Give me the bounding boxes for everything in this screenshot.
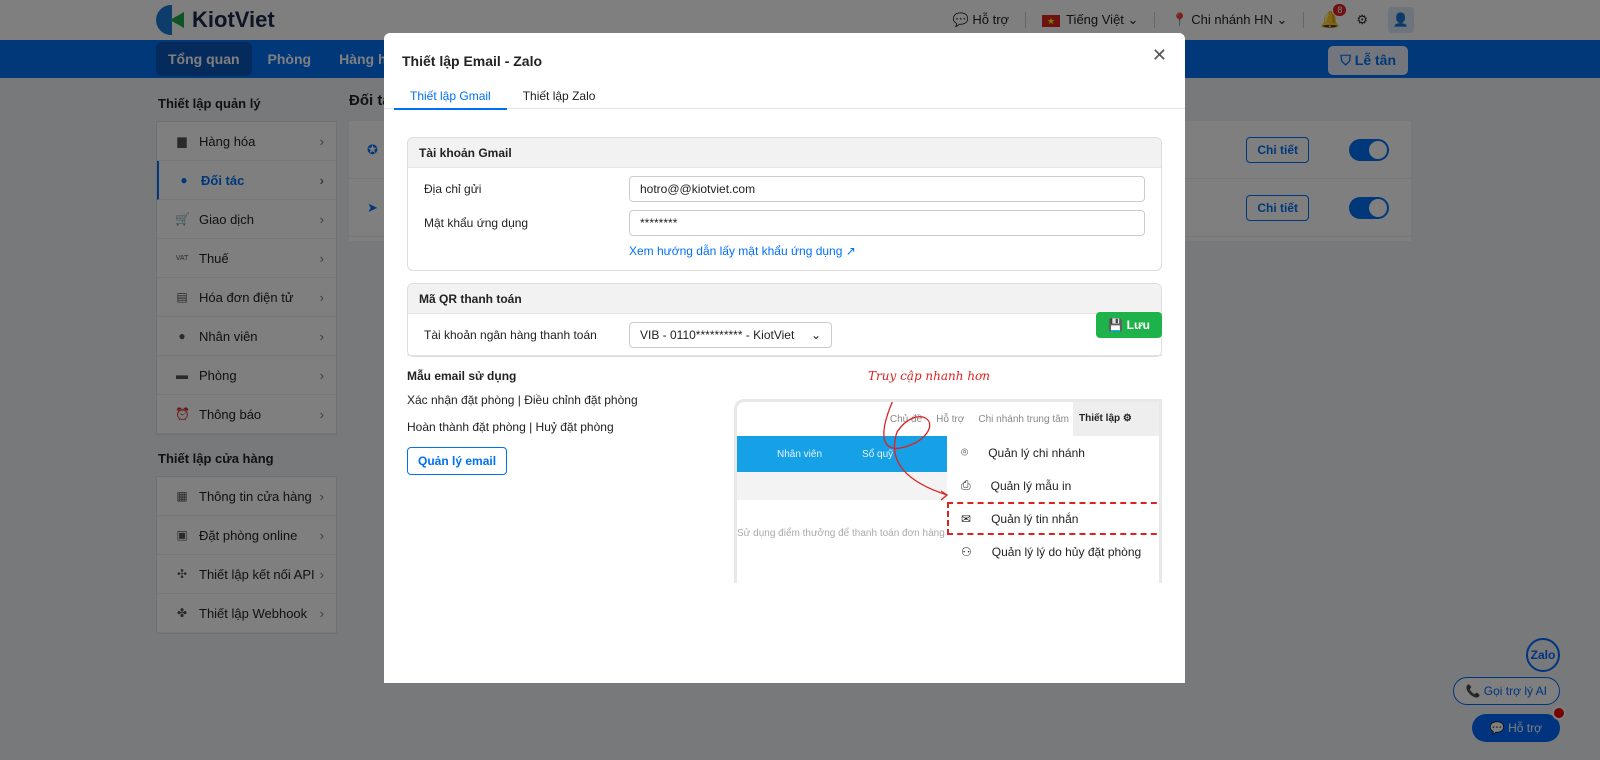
illustration-screenshot: Chủ đề Hỗ trợ Chi nhánh trung tâm Thiết lậ… <box>734 399 1162 583</box>
qr-payment-box: Mã QR thanh toán Tài khoản ngân hàng tha… <box>407 283 1162 357</box>
tab-gmail[interactable]: Thiết lập Gmail <box>394 89 507 110</box>
email-templates: Mẫu email sử dụng Xác nhận đặt phòng | Đ… <box>407 369 638 475</box>
location-icon: ⌾ <box>961 445 969 459</box>
close-icon[interactable]: ✕ <box>1152 45 1167 66</box>
modal-title: Thiết lập Email - Zalo <box>402 53 543 69</box>
chevron-down-icon: ⌄ <box>810 328 821 342</box>
mail-icon: ✉ <box>961 511 972 526</box>
divider <box>407 355 1162 356</box>
password-guide-link[interactable]: Xem hướng dẫn lấy mật khẩu ứng dụng ↗ <box>629 240 1161 270</box>
manage-email-button[interactable]: Quản lý email <box>407 447 508 475</box>
app-password-input[interactable]: ******** <box>629 210 1145 236</box>
sender-email-input[interactable]: hotro@@kiotviet.com <box>629 176 1145 202</box>
gmail-account-box: Tài khoản Gmail Địa chỉ gửi hotro@@kiotvi… <box>407 137 1162 271</box>
save-button[interactable]: 💾 Lưu <box>1096 312 1162 338</box>
email-zalo-modal: Thiết lập Email - Zalo ✕ Thiết lập Gmail… <box>384 33 1185 683</box>
tab-zalo[interactable]: Thiết lập Zalo <box>507 89 612 109</box>
external-link-icon: ↗ <box>845 244 856 258</box>
annotation-text: Truy cập nhanh hơn <box>868 369 990 383</box>
printer-icon: ⎙ <box>961 478 971 492</box>
arrow-annotation-icon <box>883 402 949 501</box>
bank-account-select[interactable]: VIB - 0110********** - KiotViet ⌄ <box>629 322 832 348</box>
save-icon: 💾 <box>1108 318 1124 332</box>
user-gear-icon: ⚇ <box>961 544 972 559</box>
